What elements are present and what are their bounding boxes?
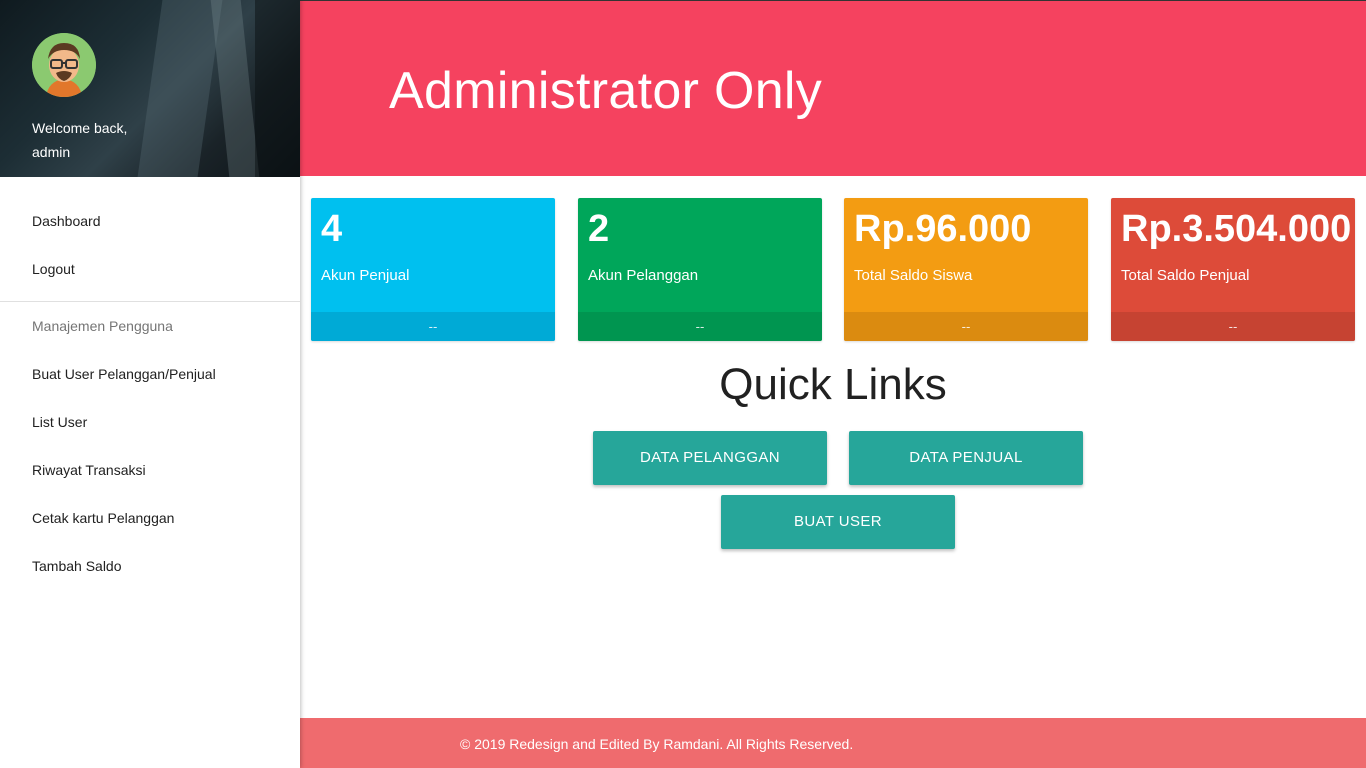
header-background-shade <box>255 0 300 177</box>
stat-label: Akun Pelanggan <box>588 267 699 284</box>
sidebar-section-title: Manajemen Pengguna <box>32 318 173 334</box>
page-footer: © 2019 Redesign and Edited By Ramdani. A… <box>300 718 1366 768</box>
stat-card-footer[interactable]: -- <box>844 312 1088 341</box>
user-avatar-icon <box>32 33 96 97</box>
welcome-greeting: Welcome back, <box>32 120 128 136</box>
welcome-username: admin <box>32 144 71 160</box>
header-background-shade <box>137 0 223 177</box>
avatar <box>32 33 96 97</box>
stat-card-customer-accounts: 2 Akun Pelanggan -- <box>578 198 822 341</box>
stat-value: Rp.3.504.000 <box>1121 208 1352 250</box>
stat-card-seller-balance: Rp.3.504.000 Total Saldo Penjual -- <box>1111 198 1355 341</box>
quick-links-title: Quick Links <box>719 360 947 409</box>
stat-label: Total Saldo Siswa <box>854 267 973 284</box>
sidebar-item-create-user[interactable]: Buat User Pelanggan/Penjual <box>0 350 300 398</box>
sidebar-item-dashboard[interactable]: Dashboard <box>0 197 300 245</box>
sidebar: Welcome back, admin Dashboard Logout Man… <box>0 0 300 768</box>
stat-card-seller-accounts: 4 Akun Penjual -- <box>311 198 555 341</box>
stat-card-footer[interactable]: -- <box>578 312 822 341</box>
copyright-text: © 2019 Redesign and Edited By Ramdani. A… <box>460 736 854 752</box>
data-pelanggan-button[interactable]: DATA PELANGGAN <box>593 431 827 485</box>
stat-label: Total Saldo Penjual <box>1121 267 1250 284</box>
stat-label: Akun Penjual <box>321 267 410 284</box>
stat-card-student-balance: Rp.96.000 Total Saldo Siswa -- <box>844 198 1088 341</box>
stat-value: 2 <box>588 208 610 250</box>
page-header: Administrator Only <box>300 0 1366 176</box>
header-background-shade <box>210 0 260 177</box>
stat-value: 4 <box>321 208 343 250</box>
sidebar-item-transaction-history[interactable]: Riwayat Transaksi <box>0 446 300 494</box>
sidebar-menu: Dashboard Logout Manajemen Pengguna Buat… <box>0 177 300 590</box>
sidebar-item-print-card[interactable]: Cetak kartu Pelanggan <box>0 494 300 542</box>
welcome-message: Welcome back, admin <box>32 116 127 164</box>
sidebar-item-logout[interactable]: Logout <box>0 245 300 293</box>
stat-card-footer[interactable]: -- <box>311 312 555 341</box>
stat-value: Rp.96.000 <box>854 208 1032 250</box>
data-penjual-button[interactable]: DATA PENJUAL <box>849 431 1083 485</box>
sidebar-header: Welcome back, admin <box>0 0 300 177</box>
page-title: Administrator Only <box>389 62 823 120</box>
sidebar-item-add-balance[interactable]: Tambah Saldo <box>0 542 300 590</box>
buat-user-button[interactable]: BUAT USER <box>721 495 955 549</box>
sidebar-item-list-user[interactable]: List User <box>0 398 300 446</box>
stat-card-footer[interactable]: -- <box>1111 312 1355 341</box>
